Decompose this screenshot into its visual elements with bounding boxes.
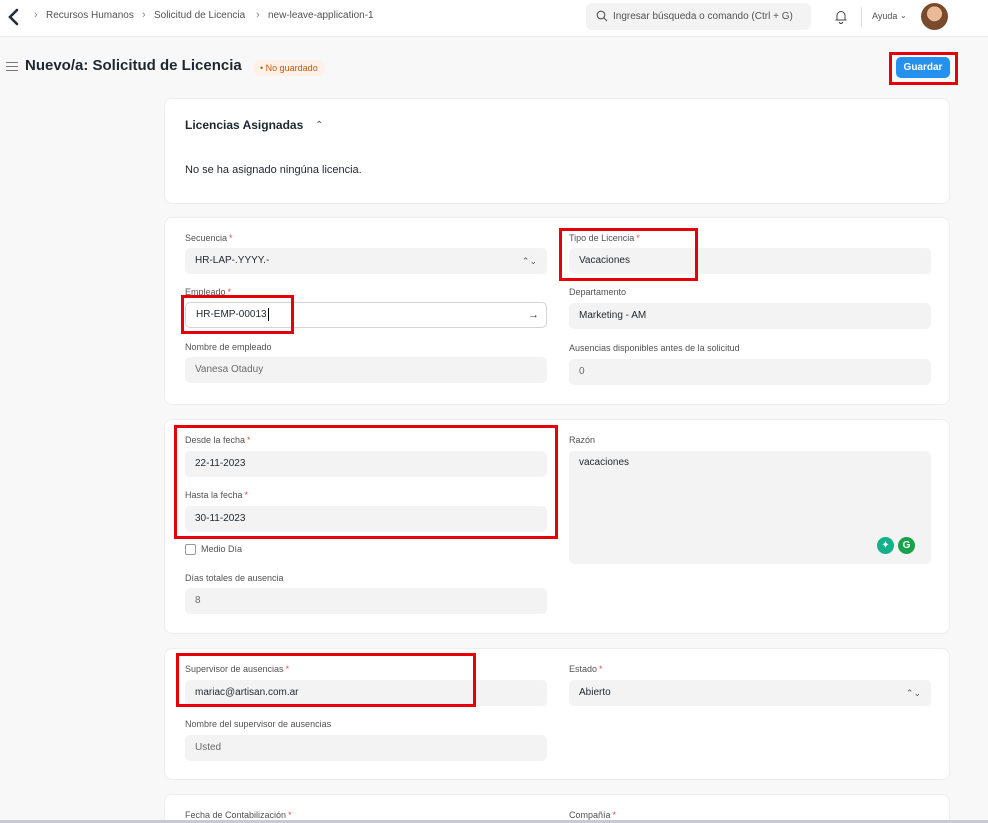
breadcrumb-separator-icon: › [142,9,146,21]
search-input[interactable]: Ingresar búsqueda o comando (Ctrl + G) [586,3,811,30]
approver-name-field: Usted [185,735,547,761]
employee-card: Secuencia * HR-LAP-.YYYY.- ⌃⌄ Tipo de Lic… [164,217,950,405]
breadcrumb-item[interactable]: Solicitud de Licencia [154,10,245,21]
field-label: Empleado * [185,287,232,297]
sidebar-toggle-icon[interactable] [6,62,18,71]
select-arrows-icon: ⌃⌄ [521,256,537,266]
employee-name-field: Vanesa Otaduy [185,357,547,383]
employee-value: HR-EMP-00013 [196,309,267,320]
navbar-divider [861,7,862,27]
reason-textarea[interactable]: vacaciones ✦ G [569,451,931,564]
field-label: Tipo de Licencia * [569,233,640,243]
leave-balance-field: 0 [569,359,931,385]
arrow-right-icon[interactable]: → [528,303,539,327]
chevron-down-icon[interactable]: ⌄ [900,11,907,20]
field-label: Razón [569,435,596,445]
empty-message: No se ha asignado ningúna licencia. [185,164,362,176]
status-select[interactable]: Abierto ⌃⌄ [569,680,931,706]
status-badge: • No guardado [253,60,325,76]
field-label: Supervisor de ausencias * [185,664,290,674]
leave-type-field[interactable]: Vacaciones [569,248,931,274]
help-menu[interactable]: Ayuda [872,11,897,21]
section-title: Licencias Asignadas [185,118,304,132]
dates-card: Desde la fecha * 22-11-2023 Hasta la fech… [164,419,950,634]
chevron-up-icon[interactable]: ⌃ [315,120,323,131]
top-navbar: › Recursos Humanos › Solicitud de Licenc… [0,0,988,37]
select-arrows-icon: ⌃⌄ [905,688,921,698]
page-title: Nuevo/a: Solicitud de Licencia [25,57,242,74]
reason-value: vacaciones [579,457,630,468]
allocated-leaves-card: Licencias Asignadas ⌃ No se ha asignado … [164,98,950,204]
save-button[interactable]: Guardar [896,57,950,78]
breadcrumb-separator-icon: › [34,9,38,21]
approver-card: Supervisor de ausencias * mariac@artisan.… [164,648,950,780]
field-label: Compañía * [569,810,617,820]
search-icon [596,10,608,22]
breadcrumb-separator-icon: › [256,9,260,21]
status-badge-label: No guardado [265,63,318,73]
user-avatar[interactable] [921,3,948,30]
field-label: Fecha de Contabilización * [185,810,292,820]
status-value: Abierto [579,687,611,698]
field-label: Departamento [569,287,627,297]
search-placeholder: Ingresar búsqueda o comando (Ctrl + G) [613,11,793,22]
field-label: Secuencia * [185,233,233,243]
field-label: Estado * [569,664,603,674]
lightbulb-icon[interactable]: ✦ [877,537,894,554]
breadcrumb-item[interactable]: Recursos Humanos [46,10,134,21]
from-date-field[interactable]: 22-11-2023 [185,451,547,477]
field-label: Nombre de empleado [185,342,272,352]
grammar-tools: ✦ G [877,537,917,555]
breadcrumb-item[interactable]: new-leave-application-1 [268,10,374,21]
posting-card: Fecha de Contabilización * Compañía * [164,794,950,823]
series-value: HR-LAP-.YYYY.- [195,255,270,266]
department-field[interactable]: Marketing - AM [569,303,931,329]
back-chevron-icon[interactable] [6,8,22,26]
notification-bell-icon[interactable] [834,9,848,24]
grammarly-icon[interactable]: G [898,537,915,554]
total-days-field: 8 [185,588,547,614]
to-date-field[interactable]: 30-11-2023 [185,506,547,532]
field-label: Nombre del supervisor de ausencias [185,719,332,729]
employee-field[interactable]: HR-EMP-00013 → [185,302,547,328]
series-select[interactable]: HR-LAP-.YYYY.- ⌃⌄ [185,248,547,274]
leave-approver-field[interactable]: mariac@artisan.com.ar [185,680,547,706]
field-label: Ausencias disponibles antes de la solici… [569,343,740,353]
field-label: Desde la fecha * [185,435,251,445]
field-label: Hasta la fecha * [185,490,249,500]
field-label: Días totales de ausencia [185,573,284,583]
half-day-checkbox[interactable] [185,544,196,555]
field-label: Medio Día [201,544,243,554]
